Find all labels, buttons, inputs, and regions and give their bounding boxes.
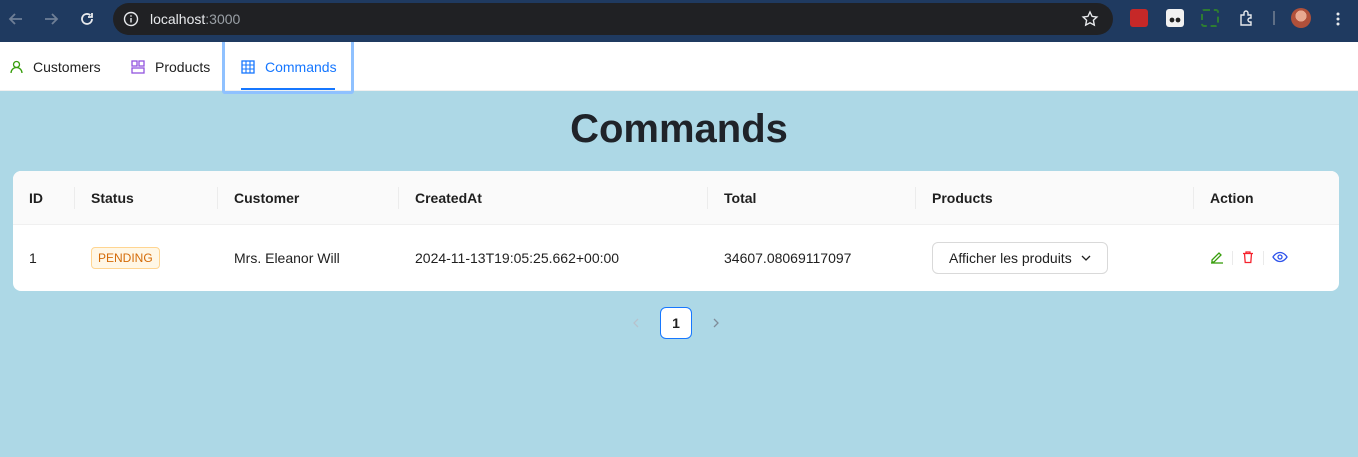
show-products-dropdown[interactable]: Afficher les produits	[932, 242, 1108, 274]
cell-total: 34607.08069117097	[724, 250, 852, 266]
commands-table: ID Status Customer CreatedAt Total Produ…	[13, 171, 1339, 291]
grid-icon	[131, 59, 145, 74]
table-header: ID Status Customer CreatedAt Total Produ…	[13, 171, 1339, 225]
active-tab-indicator	[241, 88, 335, 90]
extension-3-icon[interactable]	[1201, 9, 1219, 27]
show-products-label: Afficher les produits	[949, 250, 1072, 266]
menu-item-customers[interactable]: Customers	[10, 42, 101, 91]
cell-status: PENDING	[91, 225, 160, 291]
chevron-down-icon	[1081, 255, 1091, 261]
pagination-next-icon[interactable]	[706, 307, 726, 339]
menu-item-products[interactable]: Products	[131, 42, 210, 91]
column-header-total[interactable]: Total	[724, 171, 756, 225]
extensions-puzzle-icon[interactable]	[1238, 9, 1256, 27]
pagination-prev-icon[interactable]	[626, 307, 646, 339]
profile-avatar[interactable]	[1291, 8, 1311, 28]
column-divider	[74, 187, 75, 209]
address-bar[interactable]: localhost:3000	[113, 3, 1113, 35]
page-title: Commands	[570, 107, 788, 151]
forward-icon[interactable]	[39, 7, 63, 31]
cell-createdat: 2024-11-13T19:05:25.662+00:00	[415, 250, 620, 266]
menu-item-label: Products	[155, 58, 211, 75]
edit-icon[interactable]	[1210, 250, 1224, 267]
url-text: localhost:3000	[150, 11, 240, 27]
column-header-id[interactable]: ID	[29, 171, 43, 225]
column-header-createdat[interactable]: CreatedAt	[415, 171, 482, 225]
bookmark-star-icon[interactable]	[1081, 10, 1099, 33]
pagination-page-1[interactable]: 1	[660, 307, 692, 339]
column-header-products[interactable]: Products	[932, 171, 993, 225]
action-divider	[1232, 251, 1233, 265]
column-divider	[915, 187, 916, 209]
status-badge: PENDING	[91, 247, 160, 269]
column-divider	[217, 187, 218, 209]
menu-kebab-icon[interactable]	[1326, 7, 1350, 31]
site-info-icon[interactable]	[123, 11, 139, 27]
url-port: :3000	[205, 11, 241, 27]
delete-icon[interactable]	[1241, 250, 1255, 267]
cell-customer: Mrs. Eleanor Will	[234, 250, 340, 266]
extension-2-icon[interactable]	[1166, 9, 1184, 27]
main-menu: Customers Products Commands	[0, 42, 1358, 91]
browser-toolbar: localhost:3000	[0, 0, 1358, 42]
column-divider	[707, 187, 708, 209]
column-divider	[1193, 187, 1194, 209]
url-host: localhost	[150, 11, 206, 27]
cell-id: 1	[29, 250, 37, 266]
action-divider	[1263, 251, 1264, 265]
toolbar-divider	[1273, 11, 1275, 25]
column-header-action[interactable]: Action	[1210, 171, 1254, 225]
focus-ring	[222, 42, 354, 94]
column-header-customer[interactable]: Customer	[234, 171, 299, 225]
cell-products: Afficher les produits	[932, 225, 1108, 291]
menu-item-label: Customers	[33, 58, 101, 75]
extension-1-icon[interactable]	[1130, 9, 1148, 27]
column-divider	[398, 187, 399, 209]
back-icon[interactable]	[4, 7, 28, 31]
cell-action	[1210, 225, 1288, 291]
reload-icon[interactable]	[75, 7, 99, 31]
user-icon	[10, 60, 23, 73]
view-eye-icon[interactable]	[1272, 250, 1288, 267]
column-header-status[interactable]: Status	[91, 171, 134, 225]
